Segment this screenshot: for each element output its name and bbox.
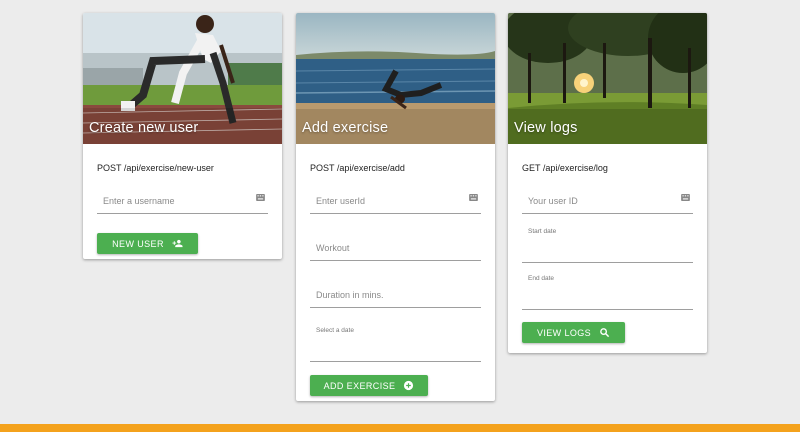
create-user-card: Create new user POST /api/exercise/new-u… [83, 13, 282, 259]
keyboard-icon [681, 194, 690, 201]
endpoint-label: POST /api/exercise/new-user [97, 163, 214, 173]
log-userid-field [522, 186, 693, 214]
add-exercise-card: Add exercise POST /api/exercise/add Sele… [296, 13, 495, 401]
new-user-button[interactable]: NEW USER [97, 233, 198, 254]
add-exercise-button[interactable]: ADD EXERCISE [310, 375, 428, 396]
person-add-icon [172, 239, 183, 248]
userid-field [310, 186, 481, 214]
view-logs-card: View logs GET /api/exercise/log Start da… [508, 13, 707, 353]
workout-field [310, 233, 481, 261]
view-logs-form: GET /api/exercise/log Start date End dat… [508, 144, 707, 353]
duration-field [310, 280, 481, 308]
view-logs-button[interactable]: VIEW LOGS [522, 322, 625, 343]
bottom-accent-bar [0, 424, 800, 432]
view-logs-image: View logs [508, 13, 707, 144]
add-exercise-form: POST /api/exercise/add Select a date ADD… [296, 144, 495, 401]
start-date-field: Start date [522, 228, 693, 263]
date-label: Select a date [316, 327, 354, 334]
add-exercise-button-label: ADD EXERCISE [323, 380, 396, 391]
userid-input[interactable] [310, 186, 481, 213]
add-circle-icon [404, 380, 414, 391]
new-user-button-label: NEW USER [112, 238, 164, 249]
endpoint-label: GET /api/exercise/log [522, 163, 608, 173]
start-date-label: Start date [528, 228, 557, 235]
create-user-image: Create new user [83, 13, 282, 144]
keyboard-icon [256, 194, 265, 201]
workout-input[interactable] [310, 233, 481, 260]
view-logs-button-label: VIEW LOGS [536, 327, 592, 338]
card-title: View logs [514, 120, 578, 136]
username-input[interactable] [97, 186, 268, 213]
keyboard-icon [469, 194, 478, 201]
duration-input[interactable] [310, 280, 481, 307]
create-user-form: POST /api/exercise/new-user NEW USER [83, 144, 282, 259]
log-userid-input[interactable] [522, 186, 693, 213]
add-exercise-image: Add exercise [296, 13, 495, 144]
endpoint-label: POST /api/exercise/add [310, 163, 405, 173]
username-field [97, 186, 268, 214]
search-icon [600, 328, 610, 338]
date-field: Select a date [310, 327, 481, 362]
end-date-label: End date [528, 275, 555, 282]
card-title: Create new user [89, 120, 199, 136]
card-title: Add exercise [302, 120, 389, 136]
end-date-field: End date [522, 275, 693, 310]
